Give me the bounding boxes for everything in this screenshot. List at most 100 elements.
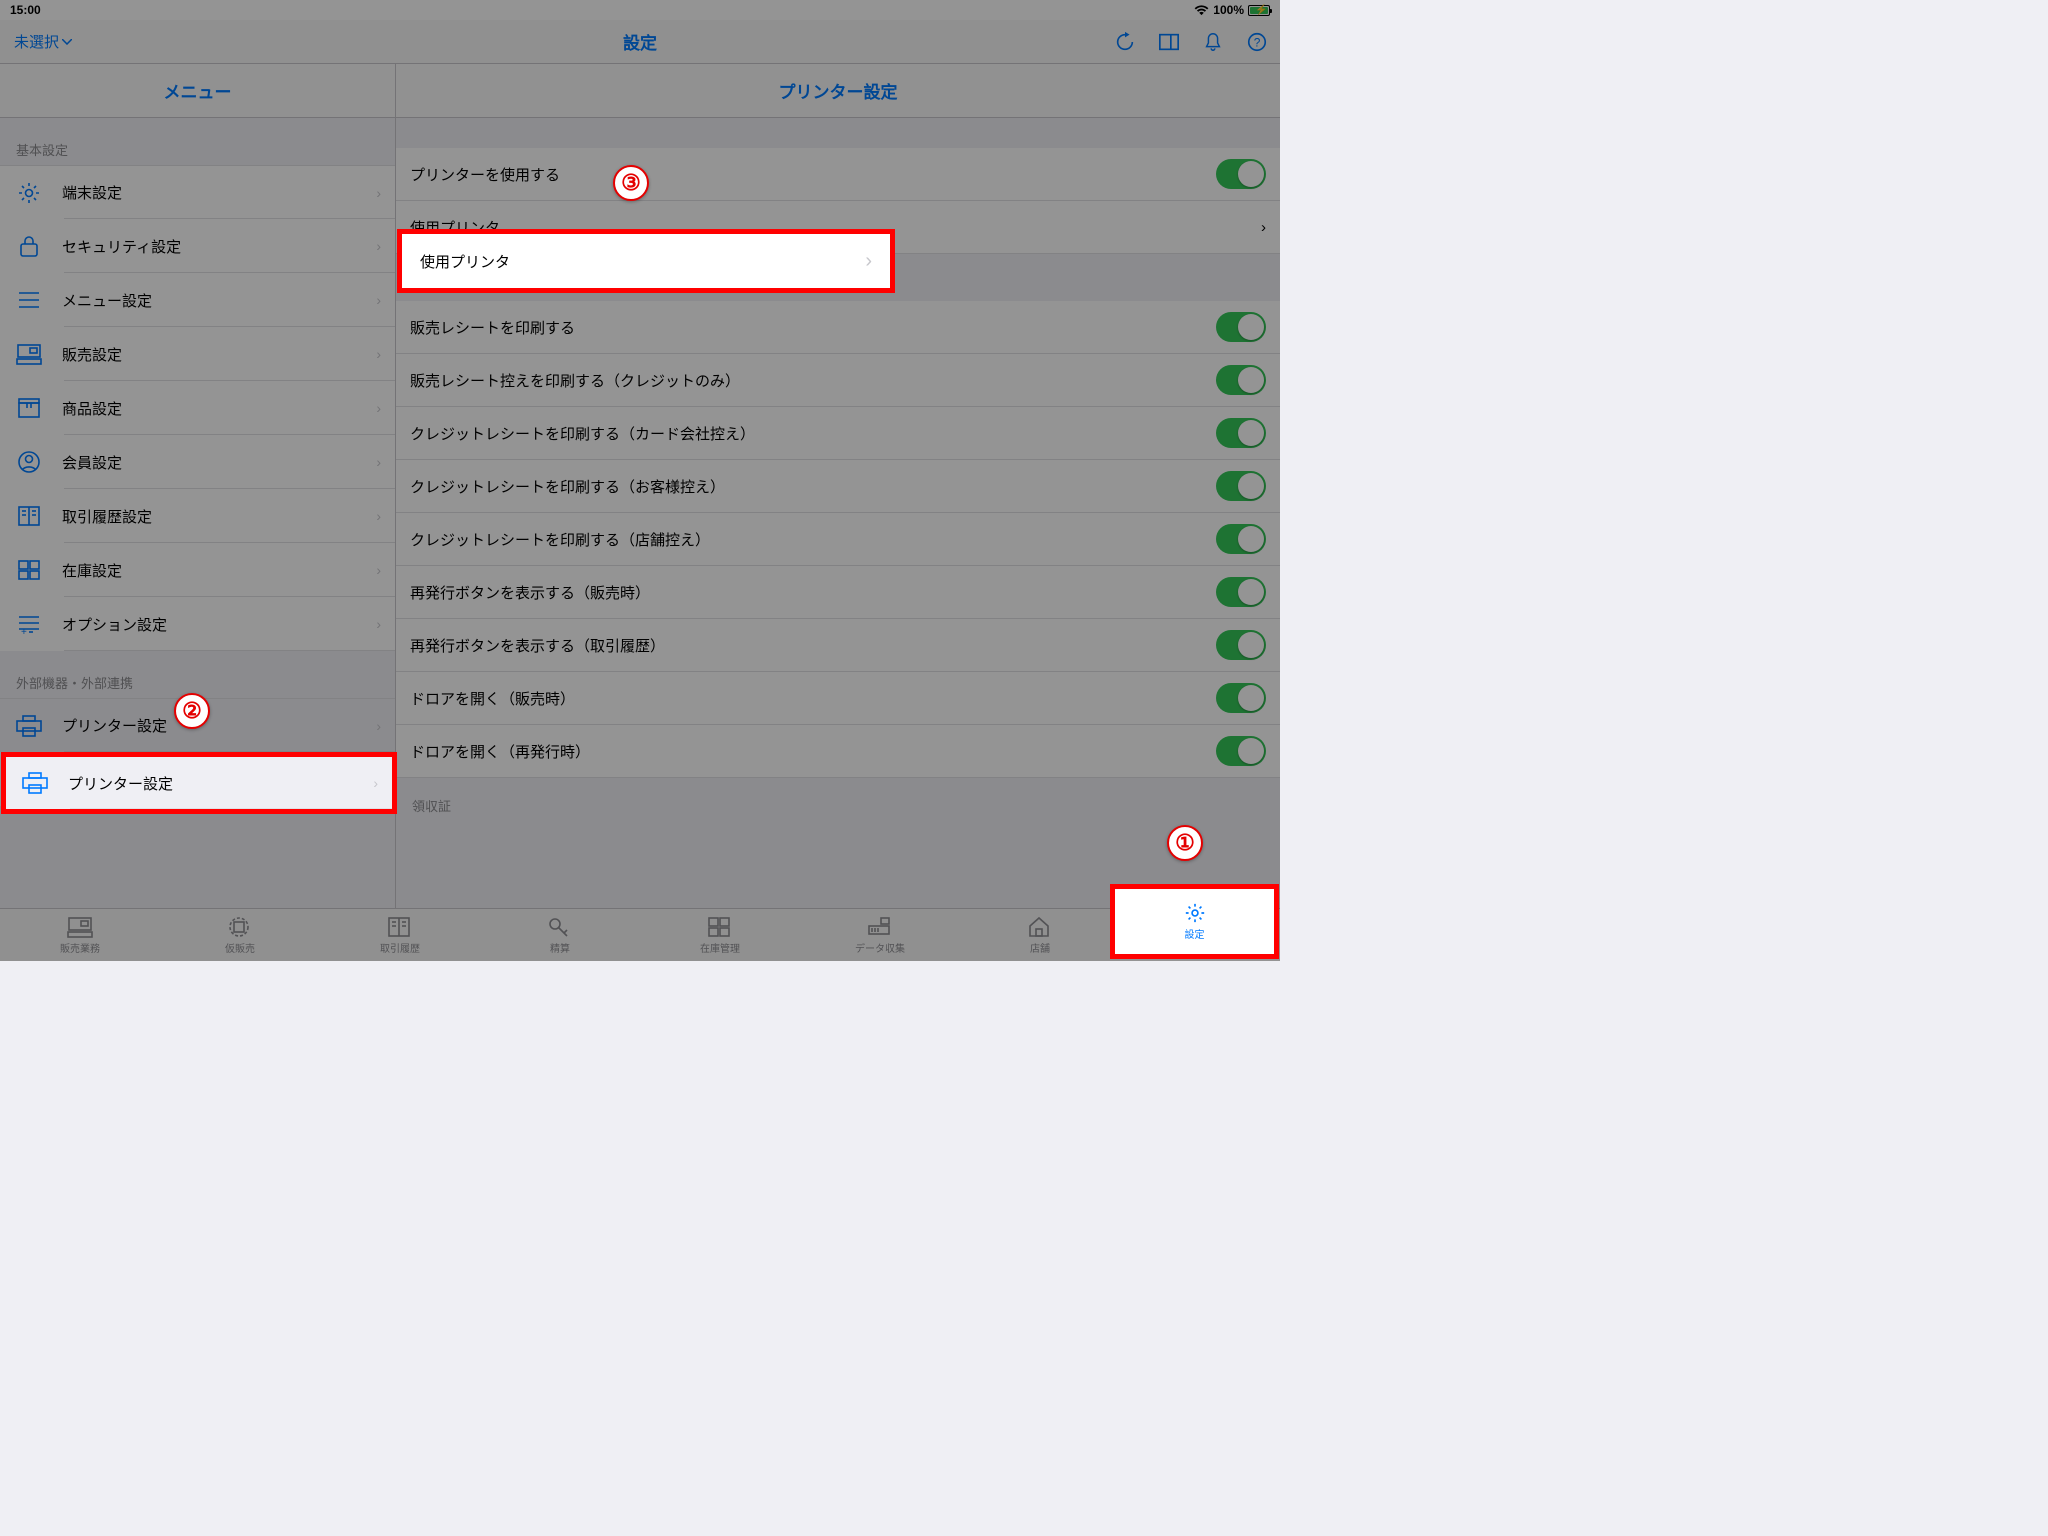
sidebar-item-box[interactable]: 商品設定› [0, 381, 395, 435]
select-printer-row[interactable]: 使用プリンタ › [397, 229, 895, 293]
toggle-on[interactable] [1216, 365, 1266, 395]
sidebar-item-printer-settings[interactable]: プリンター設定 › [6, 757, 392, 809]
receipt-row-label: 再発行ボタンを表示する（販売時） [410, 582, 1216, 603]
sidebar-item-label: 在庫設定 [62, 560, 376, 581]
receipt-row-label: クレジットレシートを印刷する（カード会社控え） [410, 423, 1216, 444]
columns-icon[interactable] [1158, 31, 1180, 53]
sidebar-item-label: 販売設定 [62, 344, 376, 365]
sidebar-item-lines[interactable]: +オプション設定› [0, 597, 395, 651]
left-pane-title: メニュー [0, 64, 395, 118]
sidebar-item-lock[interactable]: セキュリティ設定› [0, 219, 395, 273]
select-printer-label: 使用プリンタ [420, 251, 865, 272]
toggle-on[interactable] [1216, 630, 1266, 660]
gear-icon [14, 178, 44, 208]
svg-text:+: + [21, 627, 27, 634]
section-basic-label: 基本設定 [0, 118, 395, 165]
chevron-right-icon: › [376, 346, 381, 362]
toggle-on[interactable] [1216, 683, 1266, 713]
toggle-on[interactable] [1216, 471, 1266, 501]
receipt-row[interactable]: ドロアを開く（販売時） [396, 672, 1280, 725]
receipt-row[interactable]: クレジットレシートを印刷する（店舗控え） [396, 513, 1280, 566]
receipt-row[interactable]: クレジットレシートを印刷する（カード会社控え） [396, 407, 1280, 460]
toggle-on[interactable] [1216, 159, 1266, 189]
box-icon [14, 393, 44, 423]
battery-icon: ⚡ [1248, 5, 1270, 16]
grid-icon [707, 916, 733, 938]
highlight-select-printer: 使用プリンタ › [397, 229, 895, 293]
callout-2: ② [174, 693, 210, 729]
printer-icon [20, 768, 50, 798]
nav-bar: 未選択 設定 ? [0, 20, 1280, 64]
tab-pos[interactable]: 販売業務 [0, 909, 160, 961]
bell-icon[interactable] [1202, 31, 1224, 53]
receipt-row-label: 販売レシート控えを印刷する（クレジットのみ） [410, 370, 1216, 391]
receipt-row[interactable]: 販売レシート控えを印刷する（クレジットのみ） [396, 354, 1280, 407]
tab-label: 販売業務 [60, 940, 100, 955]
tab-barcode[interactable]: データ収集 [800, 909, 960, 961]
tab-bag[interactable]: 仮販売 [160, 909, 320, 961]
receipt-row-label: 再発行ボタンを表示する（取引履歴） [410, 635, 1216, 656]
toggle-on[interactable] [1216, 312, 1266, 342]
pos-icon [67, 916, 93, 938]
barcode-icon [867, 916, 893, 938]
receipt-row-label: クレジットレシートを印刷する（店舗控え） [410, 529, 1216, 550]
chevron-right-icon: › [376, 562, 381, 578]
clock: 15:00 [10, 3, 41, 17]
toggle-on[interactable] [1216, 577, 1266, 607]
key-icon [547, 916, 573, 938]
receipt-row[interactable]: クレジットレシートを印刷する（お客様控え） [396, 460, 1280, 513]
sidebar-item-menu[interactable]: メニュー設定› [0, 273, 395, 327]
toggle-on[interactable] [1216, 736, 1266, 766]
help-icon[interactable]: ? [1246, 31, 1268, 53]
tab-home[interactable]: 店舗 [960, 909, 1120, 961]
section-ryoshu-label: 領収証 [396, 778, 1280, 821]
sidebar-item-label: 取引履歴設定 [62, 506, 376, 527]
printer-icon [14, 711, 44, 741]
highlight-printer-settings: プリンター設定 › [1, 752, 397, 814]
menu-icon [14, 285, 44, 315]
receipt-row[interactable]: 再発行ボタンを表示する（販売時） [396, 566, 1280, 619]
sidebar-item-label: プリンター設定 [68, 773, 373, 794]
tab-book[interactable]: 取引履歴 [320, 909, 480, 961]
chevron-right-icon: › [376, 292, 381, 308]
sidebar-item-label: 商品設定 [62, 398, 376, 419]
receipt-row-label: ドロアを開く（販売時） [410, 688, 1216, 709]
tab-bar: 販売業務仮販売取引履歴精算在庫管理データ収集店舗設定 [0, 908, 1280, 961]
wifi-icon [1194, 5, 1209, 16]
sidebar-item-gear[interactable]: 端末設定› [0, 165, 395, 219]
chevron-right-icon: › [1261, 219, 1266, 236]
sidebar-item-grid[interactable]: 在庫設定› [0, 543, 395, 597]
sidebar-item-label: オプション設定 [62, 614, 376, 635]
tab-label: 仮販売 [225, 940, 255, 955]
sidebar-item-label: プリンター設定 [62, 715, 376, 736]
sidebar-item-pos[interactable]: 販売設定› [0, 327, 395, 381]
chevron-right-icon: › [376, 400, 381, 416]
tab-key[interactable]: 精算 [480, 909, 640, 961]
sidebar-item-label: セキュリティ設定 [62, 236, 376, 257]
tab-label: 在庫管理 [700, 940, 740, 955]
tab-settings[interactable]: 設定 [1115, 889, 1274, 954]
use-printer-label: プリンターを使用する [410, 164, 1216, 185]
battery-text: 100% [1213, 3, 1244, 17]
lock-icon [14, 231, 44, 261]
sidebar-item-book[interactable]: 取引履歴設定› [0, 489, 395, 543]
receipt-row[interactable]: 再発行ボタンを表示する（取引履歴） [396, 619, 1280, 672]
refresh-icon[interactable] [1114, 31, 1136, 53]
receipt-row[interactable]: ドロアを開く（再発行時） [396, 725, 1280, 778]
receipt-row[interactable]: 販売レシートを印刷する [396, 301, 1280, 354]
toggle-on[interactable] [1216, 418, 1266, 448]
nav-title: 設定 [0, 29, 1280, 54]
chevron-right-icon: › [865, 250, 872, 273]
tab-label: 精算 [550, 940, 570, 955]
sidebar-item-user[interactable]: 会員設定› [0, 435, 395, 489]
use-printer-row[interactable]: プリンターを使用する [396, 148, 1280, 201]
highlight-settings-tab: 設定 [1110, 884, 1279, 959]
tab-label: データ収集 [855, 940, 905, 955]
lines-icon: + [14, 609, 44, 639]
chevron-right-icon: › [376, 185, 381, 201]
right-pane-title: プリンター設定 [396, 64, 1280, 118]
tab-label: 店舗 [1030, 940, 1050, 955]
tab-grid[interactable]: 在庫管理 [640, 909, 800, 961]
svg-text:?: ? [1254, 35, 1261, 49]
toggle-on[interactable] [1216, 524, 1266, 554]
